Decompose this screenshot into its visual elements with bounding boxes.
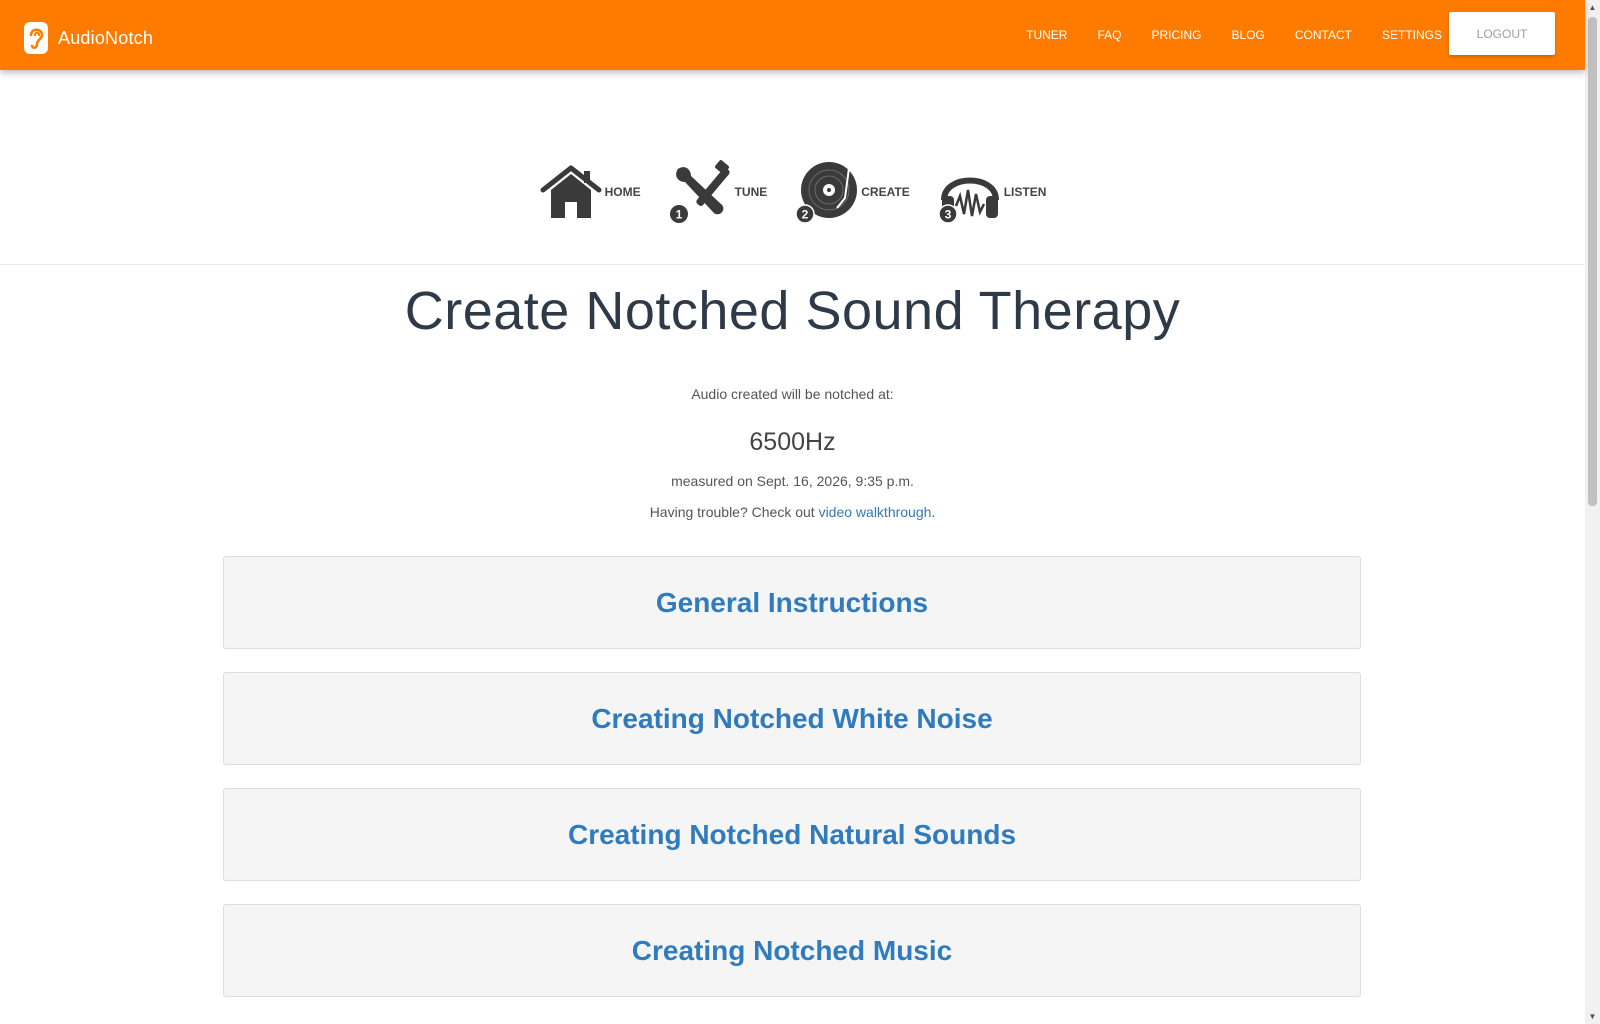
step-label-listen: LISTEN — [1003, 185, 1047, 199]
brand-name: AudioNotch — [58, 27, 154, 48]
panel-title: Creating Notched White Noise — [591, 702, 993, 734]
home-icon — [540, 165, 602, 218]
section-divider — [0, 264, 1585, 265]
nav-link-pricing[interactable]: PRICING — [1152, 28, 1202, 42]
step-create[interactable]: 2 CREATE — [795, 160, 910, 224]
panel-title: Creating Notched Music — [631, 934, 953, 966]
brand-link[interactable]: AudioNotch — [24, 22, 153, 54]
step-label-create: CREATE — [861, 185, 910, 199]
logout-button[interactable]: LOGOUT — [1449, 12, 1555, 55]
page-title: Create Notched Sound Therapy — [404, 281, 1181, 341]
page: AudioNotch TUNER FAQ PRICING BLOG CONTAC… — [0, 0, 1600, 1024]
step-tune[interactable]: 1 TUNE — [669, 160, 768, 224]
step-navigation: HOME 1 TUNE 2 CREATE 3 LISTEN — [0, 160, 1585, 224]
panel-title: Creating Notched Natural Sounds — [567, 818, 1017, 850]
nav-link-contact[interactable]: CONTACT — [1295, 28, 1352, 42]
ear-logo-icon — [24, 22, 48, 54]
vertical-scrollbar[interactable]: ▲ ▼ — [1585, 0, 1600, 1024]
nav-link-faq[interactable]: FAQ — [1097, 28, 1121, 42]
step-number-1: 1 — [675, 208, 682, 222]
scroll-thumb[interactable] — [1588, 17, 1597, 506]
nav-link-settings[interactable]: SETTINGS — [1382, 28, 1442, 42]
disc-icon: 2 — [795, 162, 858, 224]
step-number-2: 2 — [802, 208, 809, 222]
trouble-suffix: . — [931, 504, 936, 520]
top-navbar: AudioNotch TUNER FAQ PRICING BLOG CONTAC… — [0, 0, 1585, 70]
scroll-up-arrow-icon[interactable]: ▲ — [1585, 0, 1600, 15]
panel-natural-sounds[interactable]: Creating Notched Natural Sounds — [223, 788, 1361, 881]
nav-link-blog[interactable]: BLOG — [1232, 28, 1265, 42]
video-walkthrough-link[interactable]: video walkthrough — [819, 504, 932, 520]
frequency-value: 6500Hz — [749, 428, 836, 456]
step-number-3: 3 — [944, 208, 951, 222]
panel-music[interactable]: Creating Notched Music — [223, 904, 1361, 997]
panel-title: General Instructions — [655, 586, 929, 618]
scroll-down-arrow-icon[interactable]: ▼ — [1585, 1009, 1600, 1024]
headphones-icon: 3 — [937, 177, 999, 224]
step-listen[interactable]: 3 LISTEN — [937, 160, 1047, 224]
step-home[interactable]: HOME — [539, 160, 641, 224]
step-label-home: HOME — [604, 185, 641, 199]
tools-icon: 1 — [669, 160, 730, 223]
notched-at-label: Audio created will be notched at: — [691, 386, 894, 402]
panel-general-instructions[interactable]: General Instructions — [223, 556, 1361, 649]
nav-link-tuner[interactable]: TUNER — [1026, 28, 1067, 42]
trouble-prefix: Having trouble? Check out — [649, 504, 819, 520]
trouble-text: Having trouble? Check out video walkthro… — [0, 504, 1585, 520]
measured-date: measured on Sept. 16, 2026, 9:35 p.m. — [671, 473, 914, 489]
nav-links: TUNER FAQ PRICING BLOG CONTACT SETTINGS — [996, 0, 1442, 70]
panel-white-noise[interactable]: Creating Notched White Noise — [223, 672, 1361, 765]
step-label-tune: TUNE — [734, 185, 768, 199]
